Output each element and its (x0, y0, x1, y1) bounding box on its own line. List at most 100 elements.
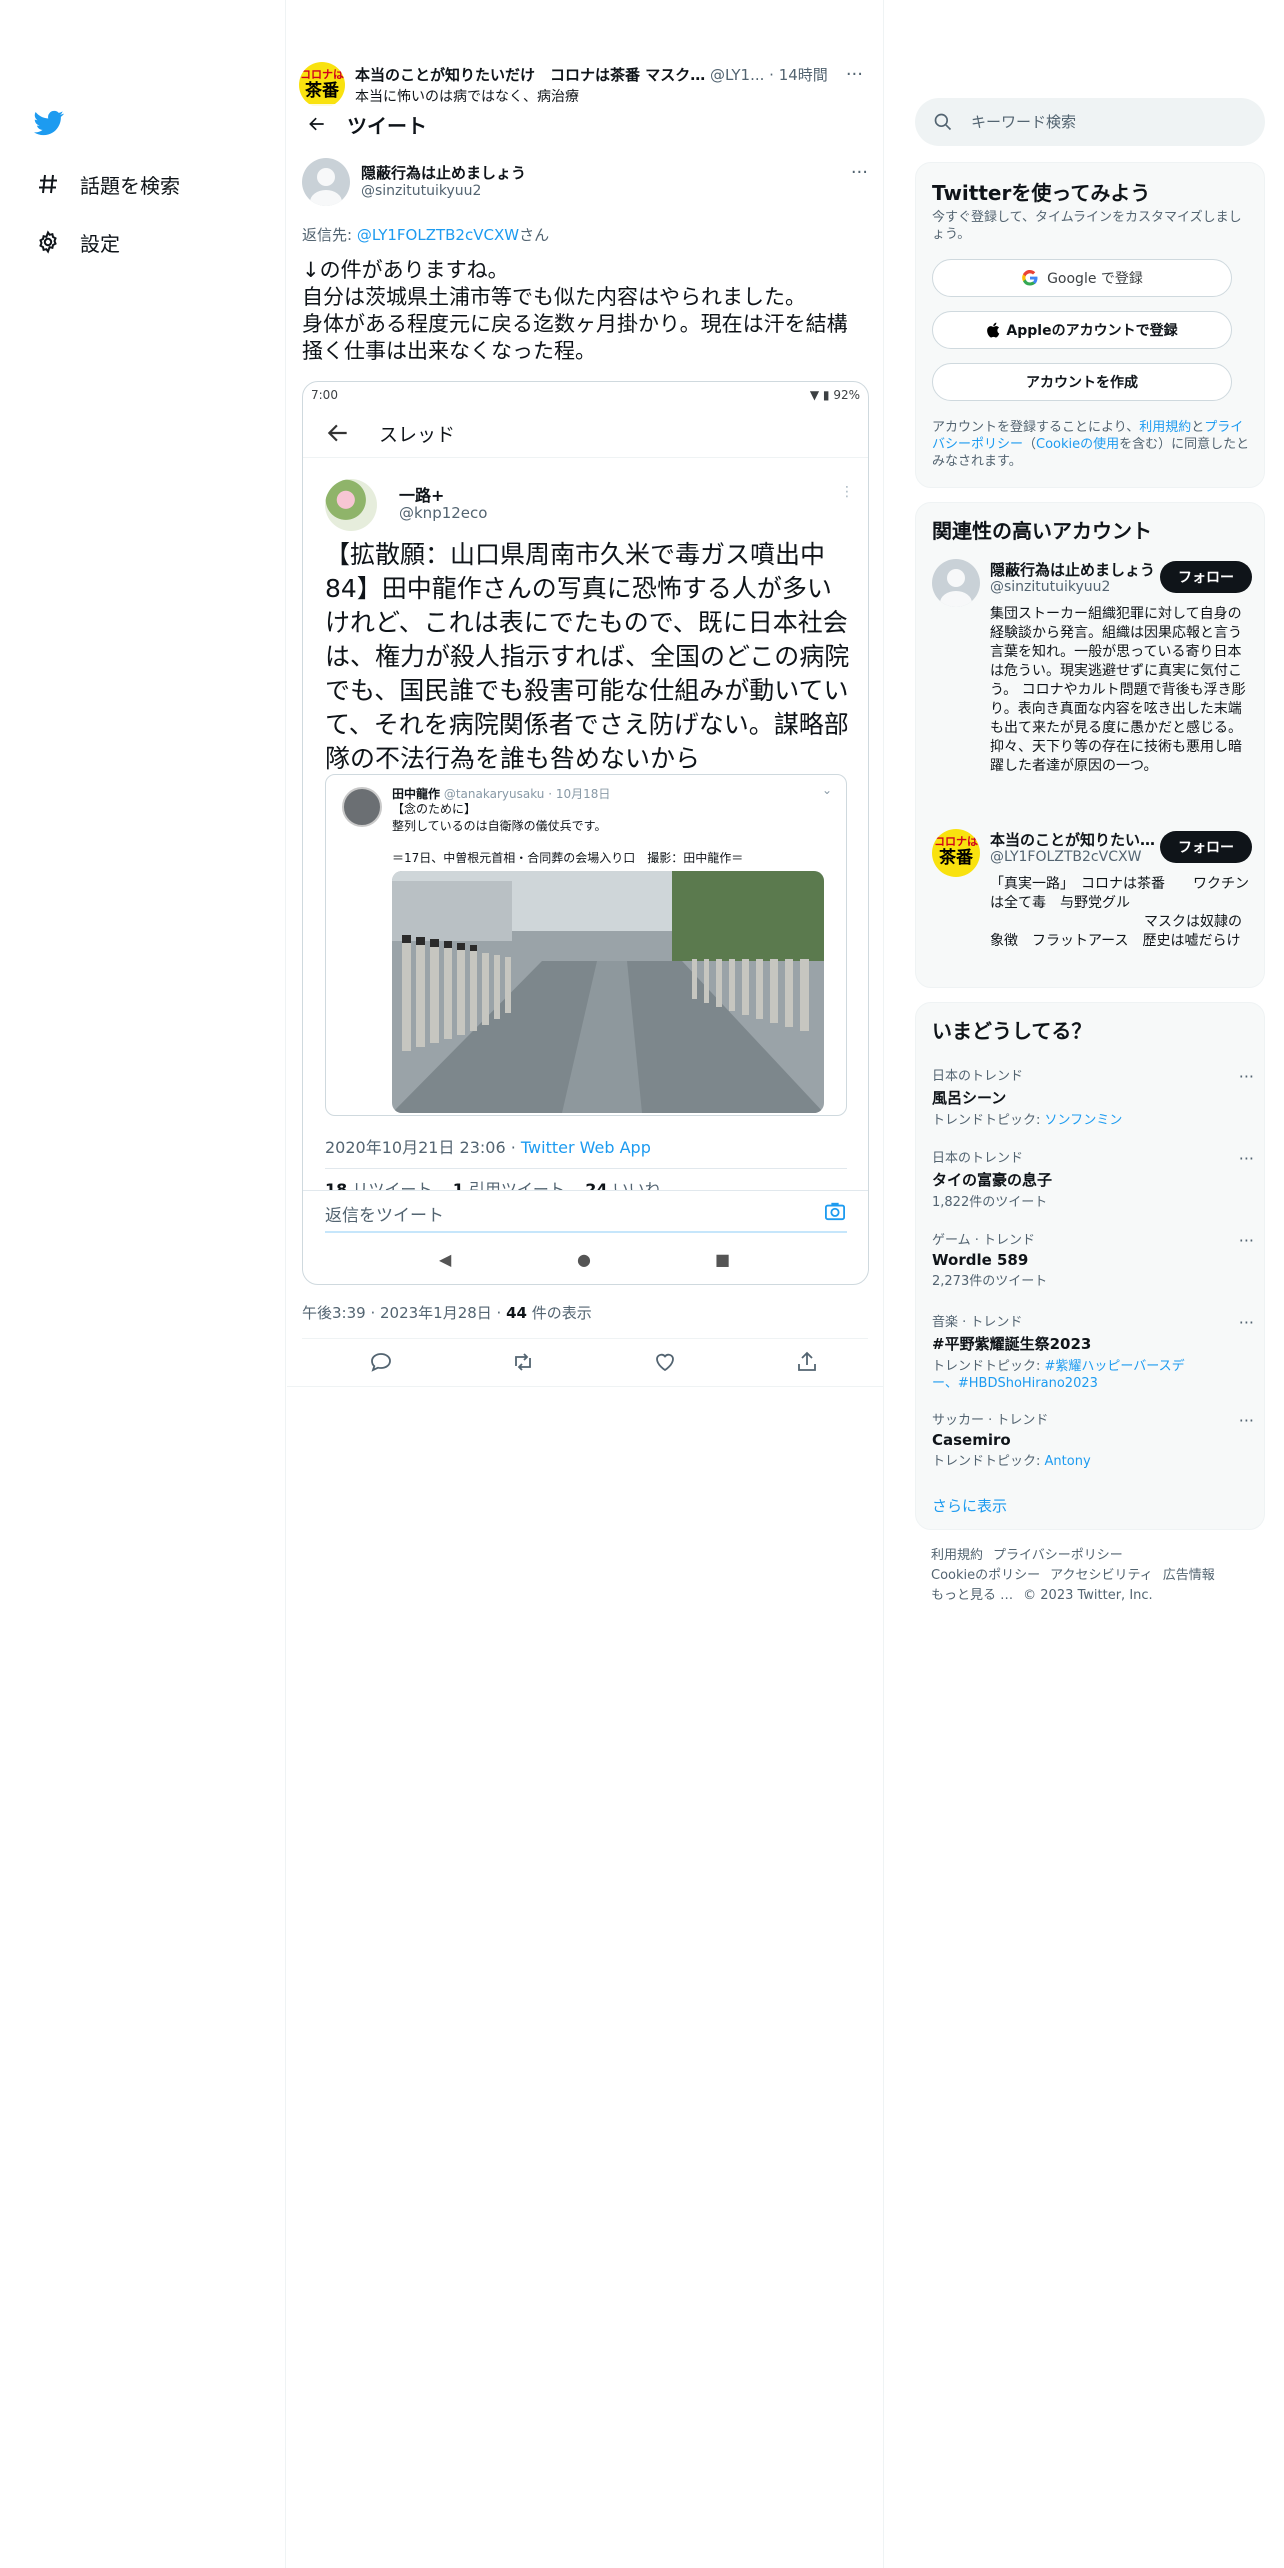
author-name[interactable]: 隠蔽行為は止めましょう (361, 162, 526, 183)
share-icon[interactable] (795, 1350, 819, 1374)
more-icon[interactable]: ··· (846, 64, 863, 85)
stat-label: リツイート (347, 1180, 433, 1190)
follow-button[interactable]: フォロー (1160, 561, 1252, 593)
account-bio: 「真実一路」 コロナは茶番 ワクチンは全て毒 与野党グル マスクは奴隷の象徴 フ… (990, 876, 1249, 949)
trend-topic-link[interactable]: Antony (1045, 1454, 1091, 1469)
trend-context: 日本のトレンド (932, 1151, 1024, 1166)
divider (325, 1168, 847, 1169)
footer-link-terms[interactable]: 利用規約 (931, 1548, 983, 1563)
trend-item[interactable]: 日本のトレンド タイの富豪の息子 1,822件のツイート ··· (932, 1147, 1254, 1211)
search-input[interactable] (971, 98, 1241, 146)
more-icon[interactable]: ··· (851, 162, 868, 183)
trend-item[interactable]: 日本のトレンド 風呂シーン トレンドトピック: ソンフンミン ··· (932, 1065, 1254, 1129)
trend-item[interactable]: サッカー · トレンド Casemiro トレンドトピック: Antony ··… (932, 1409, 1254, 1470)
more-icon[interactable]: ··· (1239, 1067, 1254, 1086)
more-icon[interactable]: ··· (1239, 1231, 1254, 1250)
trend-topic-link[interactable]: ソンフンミン (1045, 1113, 1123, 1128)
apple-signup-label: Appleのアカウントで登録 (1006, 323, 1178, 339)
chevron-down-icon: ⌄ (821, 783, 832, 797)
author-handle[interactable]: @sinzitutuikyuu2 (361, 183, 481, 199)
avatar-text: コロナは (300, 68, 344, 81)
status-battery-value: 92% (833, 388, 860, 402)
trend-sub-prefix: トレンドトピック: (932, 1454, 1045, 1469)
quoted-author-handle: @tanakaryusaku · 10月18日 (443, 787, 611, 801)
inner-tweet-timestamp: 2020年10月21日 23:06 · Twitter Web App (325, 1134, 651, 1158)
trend-subtext: トレンドトピック: #紫耀ハッピーバースデー、#HBDShoHirano2023 (932, 1358, 1202, 1392)
apple-signup-button[interactable]: Appleのアカウントで登録 (932, 311, 1232, 349)
footer-link-accessibility[interactable]: アクセシビリティ (1050, 1568, 1153, 1583)
trend-sub-prefix: トレンドトピック: (932, 1113, 1045, 1128)
tweet-image[interactable]: 7:00 ▼ ▮ 92% スレッド 一路+ @knp12eco ⋮ 【拡散願：山… (302, 381, 869, 1285)
avatar (342, 787, 382, 827)
footer-link-cookies[interactable]: Cookieのポリシー (931, 1568, 1040, 1583)
create-account-button[interactable]: アカウントを作成 (932, 363, 1232, 401)
footer-link-more[interactable]: もっと見る … (931, 1588, 1013, 1603)
avatar[interactable]: コロナは 茶番 (932, 829, 980, 877)
nav-explore[interactable]: 話題を検索 (34, 164, 180, 204)
page-header: ツイート (287, 104, 883, 144)
inner-tweet-text: 【拡散願：山口県周南市久米で毒ガス噴出中84】田中龍作さんの写真に恐怖する人が多… (325, 540, 850, 773)
stat-label: いいね (607, 1180, 661, 1190)
retweet-icon[interactable] (511, 1350, 535, 1374)
more-icon[interactable]: ··· (1239, 1149, 1254, 1168)
inner-author-name: 一路+ (399, 486, 445, 505)
heart-icon[interactable] (653, 1350, 677, 1374)
trend-sub-prefix: トレンドトピック: (932, 1359, 1045, 1374)
legal-text: と (1191, 420, 1205, 435)
gear-icon (34, 228, 62, 256)
trend-context: ゲーム · トレンド (932, 1233, 1036, 1248)
back-arrow-icon[interactable] (297, 104, 337, 144)
inner-time-text: 2020年10月21日 23:06 · (325, 1138, 521, 1157)
account-name[interactable]: 隠蔽行為は止めましょう (990, 559, 1158, 580)
trend-name: Casemiro (932, 1431, 1011, 1449)
nav-settings[interactable]: 設定 (34, 222, 120, 262)
account-handle: @LY1FOLZTB2cVCXW (990, 849, 1142, 865)
signup-legal-text: アカウントを登録することにより、利用規約とプライバシーポリシー（Cookieの使… (932, 419, 1252, 470)
main-column: コロナは 茶番 本当のことが知りたいだけ コロナは茶番 マスク… @LY1...… (287, 0, 884, 2568)
follow-button[interactable]: フォロー (1160, 831, 1252, 863)
reply-to-user-link[interactable]: @LY1FOLZTB2cVCXW (357, 226, 519, 244)
trend-item[interactable]: ゲーム · トレンド Wordle 589 2,273件のツイート ··· (932, 1229, 1254, 1290)
search-box[interactable] (915, 98, 1265, 146)
terms-link[interactable]: 利用規約 (1139, 420, 1191, 435)
scrolled-tweet-preview[interactable]: コロナは 茶番 本当のことが知りたいだけ コロナは茶番 マスク… @LY1...… (299, 60, 869, 106)
more-icon[interactable]: ··· (1239, 1313, 1254, 1332)
honor-guard-photo (392, 871, 824, 1113)
footer-link-privacy[interactable]: プライバシーポリシー (993, 1548, 1123, 1563)
apple-icon (987, 322, 1000, 338)
search-icon (934, 113, 952, 131)
more-icon[interactable]: ··· (1239, 1411, 1254, 1430)
google-signup-button[interactable]: Google で登録 (932, 259, 1232, 297)
follow-label: フォロー (1178, 840, 1234, 856)
scrolled-tweet-name: 本当のことが知りたいだけ コロナは茶番 マスク… (355, 66, 706, 84)
reply-to-prefix: 返信先: (302, 226, 357, 244)
thread-header: スレッド (303, 408, 868, 458)
trend-context: 日本のトレンド (932, 1069, 1024, 1084)
account-name[interactable]: 本当のことが知りたいだけ (990, 829, 1158, 850)
view-label: 件の表示 (526, 1304, 592, 1322)
trend-item[interactable]: 音楽 · トレンド #平野紫耀誕生祭2023 トレンドトピック: #紫耀ハッピー… (932, 1311, 1254, 1392)
avatar (325, 479, 377, 531)
quoted-author-name: 田中龍作 (392, 787, 441, 801)
page-title: ツイート (347, 113, 427, 138)
trend-context: 音楽 · トレンド (932, 1315, 1023, 1330)
reply-to: 返信先: @LY1FOLZTB2cVCXWさん (302, 224, 868, 245)
avatar[interactable] (932, 559, 980, 607)
account-handle: @sinzitutuikyuu2 (990, 579, 1111, 595)
main-tweet: 隠蔽行為は止めましょう @sinzitutuikyuu2 ··· 返信先: @L… (302, 150, 868, 365)
inner-reply-box: 返信をツイート (303, 1190, 868, 1233)
relevant-accounts-card: 関連性の高いアカウント 隠蔽行為は止めましょう @sinzitutuikyuu2… (915, 502, 1265, 988)
reply-icon[interactable] (369, 1350, 393, 1374)
footer-link-ads[interactable]: 広告情報 (1163, 1568, 1215, 1583)
tweet-actions (302, 1340, 868, 1384)
trends-title: いまどうしてる？ (932, 1019, 1092, 1043)
stat-count: 18 (325, 1180, 348, 1190)
cookie-link[interactable]: Cookieの使用 (1036, 437, 1119, 452)
avatar[interactable] (302, 158, 350, 206)
left-navigation: 話題を検索 設定 (0, 0, 286, 2568)
status-battery: ▼ ▮ 92% (809, 388, 860, 402)
stat-label: 引用ツイート (463, 1180, 565, 1190)
show-more-link[interactable]: さらに表示 (932, 1495, 1007, 1516)
tweet-timestamp[interactable]: 午後3:39 · 2023年1月28日 · (302, 1304, 506, 1322)
twitter-logo-icon[interactable] (34, 108, 64, 138)
